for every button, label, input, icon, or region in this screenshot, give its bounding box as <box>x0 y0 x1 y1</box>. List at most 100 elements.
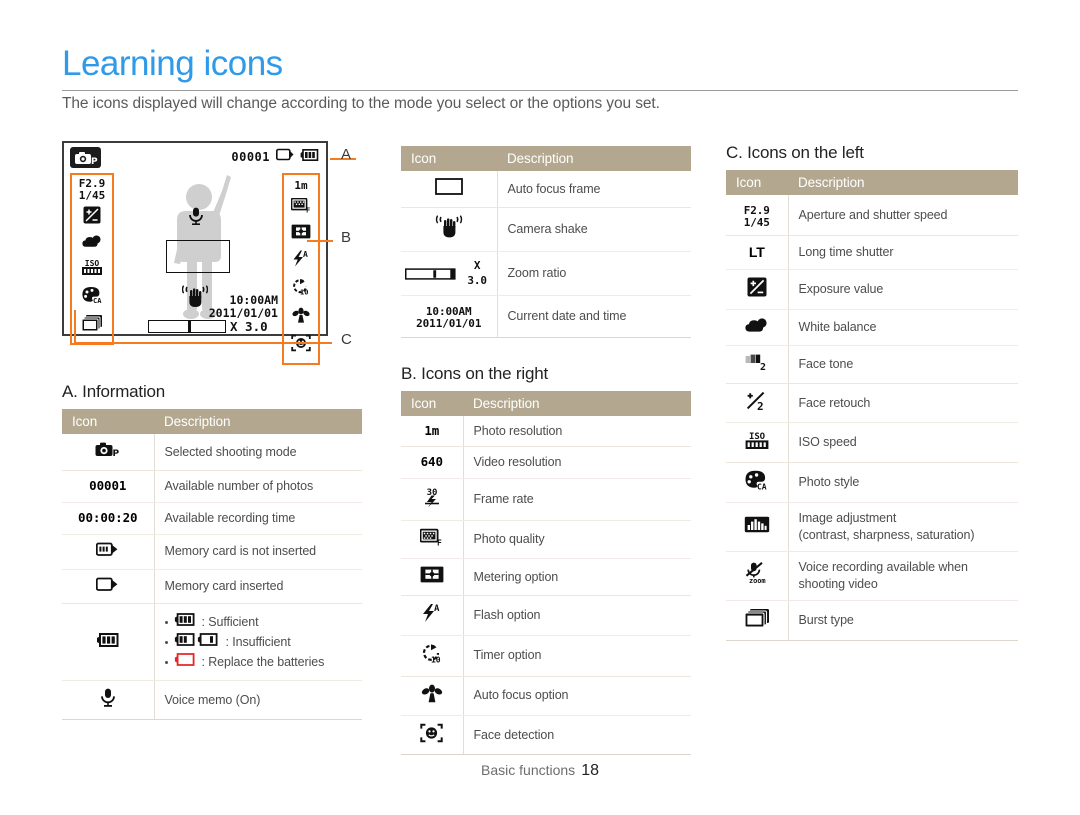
flash-option-icon: A <box>401 595 464 636</box>
frame-rate-icon: 30 <box>401 478 464 522</box>
table-row: Metering option <box>401 558 691 596</box>
row-description: Memory card inserted <box>154 569 362 605</box>
aperture-shutter-icon: F2.9 1/45 <box>78 177 106 202</box>
row-description: Available recording time <box>154 502 362 535</box>
iso-speed-icon: ISO <box>726 422 789 464</box>
face-detection-icon <box>401 715 464 756</box>
timer-option-icon: 10 <box>401 635 464 677</box>
header-icon: Icon <box>401 146 497 171</box>
table-row: 10 Timer option <box>401 635 691 677</box>
row-description: Exposure value <box>788 269 1018 310</box>
iso-speed-icon: ISO <box>81 258 103 281</box>
battery-icon <box>62 603 155 681</box>
macro-af-icon <box>291 307 311 328</box>
auto-focus-frame-icon <box>166 240 230 273</box>
battery-level-label: : Sufficient <box>201 614 259 629</box>
voice-memo-icon <box>62 680 155 720</box>
auto-focus-option-icon <box>401 676 464 716</box>
table-row: Camera shake <box>401 207 691 252</box>
table-row: Auto focus frame <box>401 171 691 208</box>
photo-resolution-1m-icon: 1m <box>294 179 308 192</box>
svg-text:2: 2 <box>757 400 764 411</box>
footer-label: Basic functions <box>481 762 576 778</box>
table-header-row: Icon Description <box>726 170 1018 195</box>
lcd-status-row: 00001 <box>231 148 319 166</box>
table-header-row: Icon Description <box>401 146 691 171</box>
list-item: : Replace the batteries <box>164 653 353 671</box>
table-row: F Photo quality <box>401 520 691 560</box>
lcd-left-icon-column: F2.9 1/45 ISO CA <box>70 173 114 346</box>
table-row: 00001 Available number of photos <box>62 470 362 503</box>
shots-remaining-counter: 00001 <box>62 470 155 503</box>
table-row: LT Long time shutter <box>726 235 1018 270</box>
table-row: Auto focus option <box>401 676 691 716</box>
battery-levels-cell: : Sufficient : Insufficient: Replace th… <box>154 603 362 681</box>
svg-text:ISO: ISO <box>85 259 100 268</box>
table-row: 00:00:20 Available recording time <box>62 502 362 535</box>
memory-card-not-inserted-icon <box>62 534 155 570</box>
row-description: Zoom ratio <box>497 251 691 297</box>
face-retouch-icon: 2 <box>726 383 789 424</box>
white-balance-cloudy-icon <box>82 234 102 253</box>
table-row: 30 Frame rate <box>401 478 691 522</box>
table-row: CA Photo style <box>726 462 1018 504</box>
memory-card-inserted-icon <box>62 569 155 605</box>
section-heading-information: A. Information <box>62 382 166 401</box>
row-description: Auto focus option <box>463 676 691 716</box>
table-row: F2.9 1/45 Aperture and shutter speed <box>726 195 1018 237</box>
shots-remaining-value: 00001 <box>231 150 270 164</box>
zoom-ratio-value: X 3.0 <box>230 319 268 334</box>
svg-text:P: P <box>91 157 98 166</box>
lcd-date: 2011/01/01 <box>208 306 278 321</box>
title-divider <box>62 90 1018 91</box>
row-description: Face detection <box>463 715 691 756</box>
callout-vline-c <box>74 310 76 343</box>
row-description: Face tone <box>788 345 1018 384</box>
photo-style-icon: CA <box>81 286 103 309</box>
row-description: Burst type <box>788 600 1018 641</box>
row-description: Current date and time <box>497 295 691 338</box>
header-description: Description <box>497 146 691 171</box>
left-icons-table: Icon Description F2.9 1/45 Aperture and … <box>726 170 1018 641</box>
header-icon: Icon <box>401 390 463 416</box>
svg-text:zoom: zoom <box>749 577 765 584</box>
header-description: Description <box>463 390 691 416</box>
date-time-display: 10:00AM 2011/01/01 <box>208 293 278 321</box>
camera-shake-icon <box>401 207 498 252</box>
table-header-row: Icon Description <box>401 390 691 416</box>
zoom-ratio-bar-icon: X 3.0 <box>401 251 498 297</box>
callout-line-c <box>74 342 332 344</box>
table-row: P Selected shooting mode <box>62 434 362 471</box>
battery-level-label: : Insufficient <box>225 634 291 649</box>
face-tone-icon: 2 <box>726 345 789 384</box>
zoom-ratio-bar-icon <box>148 320 226 333</box>
table-row: 10:00AM 2011/01/01 Current date and time <box>401 295 691 338</box>
table-row: 2 Face tone <box>726 345 1018 384</box>
row-description: Flash option <box>463 595 691 636</box>
memory-card-inserted-icon <box>276 148 294 166</box>
middle-icons-table: Icon Description Auto focus frame Camera… <box>401 146 691 338</box>
header-description: Description <box>788 170 1018 195</box>
row-description: Image adjustment (contrast, sharpness, s… <box>788 502 1018 552</box>
battery-low-icons <box>174 633 220 651</box>
row-description: Voice memo (On) <box>154 680 362 720</box>
svg-text:10: 10 <box>300 289 308 296</box>
footer-page-number: 18 <box>581 762 599 779</box>
callout-label-b: B <box>341 229 352 246</box>
row-description: Available number of photos <box>154 470 362 503</box>
battery-full-icon <box>300 148 319 166</box>
section-heading-right-icons: B. Icons on the right <box>401 363 548 383</box>
table-row: White balance <box>726 309 1018 346</box>
table-row: Memory card is not inserted <box>62 534 362 570</box>
date-value: 2011/01/01 <box>416 316 482 330</box>
row-description: ISO speed <box>788 422 1018 464</box>
video-resolution-icon: 640 <box>401 446 464 480</box>
table-row: A Flash option <box>401 595 691 636</box>
page-title: Learning icons <box>62 44 283 83</box>
voice-memo-icon <box>188 207 204 230</box>
table-row: Face detection <box>401 715 691 756</box>
table-row: 640 Video resolution <box>401 446 691 480</box>
flash-auto-icon: A <box>291 250 311 272</box>
svg-text:P: P <box>112 449 119 458</box>
image-adjustment-icon <box>726 502 789 552</box>
